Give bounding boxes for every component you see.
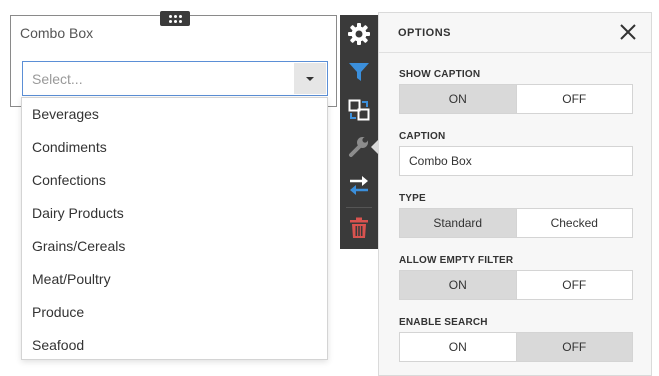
panel-pointer (371, 140, 378, 154)
type-label: TYPE (399, 193, 426, 204)
options-button[interactable] (344, 19, 374, 49)
interactivity-button[interactable] (344, 131, 374, 161)
convert-icon (348, 99, 370, 121)
enable-search-label: ENABLE SEARCH (399, 317, 488, 328)
show-caption-off[interactable]: OFF (515, 85, 633, 113)
close-icon[interactable] (619, 23, 637, 41)
list-item[interactable]: Beverages (22, 98, 327, 131)
allow-empty-filter-on[interactable]: ON (400, 271, 516, 299)
allow-empty-filter-label: ALLOW EMPTY FILTER (399, 255, 514, 266)
toolbar-divider (346, 207, 372, 208)
dropdown-list: Beverages Condiments Confections Dairy P… (21, 97, 328, 360)
trash-icon (350, 217, 368, 238)
show-caption-on[interactable]: ON (400, 85, 516, 113)
show-caption-toggle: ON OFF (399, 84, 633, 114)
panel-header: OPTIONS (379, 13, 651, 53)
list-item[interactable]: Dairy Products (22, 197, 327, 230)
type-toggle: Standard Checked (399, 208, 633, 238)
interchange-icon (350, 176, 368, 195)
list-item[interactable]: Condiments (22, 131, 327, 164)
list-item[interactable]: Grains/Cereals (22, 230, 327, 263)
filter-button[interactable] (344, 57, 374, 87)
enable-search-toggle: ON OFF (399, 332, 633, 362)
enable-search-on[interactable]: ON (400, 333, 516, 361)
panel-title: OPTIONS (398, 27, 452, 39)
allow-empty-filter-off[interactable]: OFF (515, 271, 633, 299)
list-item[interactable]: Seafood (22, 329, 327, 362)
enable-search-off[interactable]: OFF (515, 333, 632, 361)
wrench-icon (349, 137, 368, 157)
item-toolbar (340, 15, 378, 249)
type-standard[interactable]: Standard (400, 209, 516, 237)
filter-icon (349, 63, 369, 81)
options-panel: OPTIONS SHOW CAPTION ON OFF CAPTION Comb… (378, 12, 652, 376)
convert-button[interactable] (344, 95, 374, 125)
drag-handle[interactable] (160, 11, 190, 26)
show-caption-label: SHOW CAPTION (399, 69, 481, 80)
combo-box-widget[interactable]: Combo Box Select... (10, 15, 337, 107)
delete-button[interactable] (344, 213, 374, 243)
interchange-button[interactable] (344, 170, 374, 200)
gear-icon (348, 23, 370, 45)
combo-placeholder: Select... (32, 71, 83, 87)
widget-caption: Combo Box (20, 25, 94, 41)
type-checked[interactable]: Checked (515, 209, 633, 237)
caption-label: CAPTION (399, 131, 446, 142)
list-item[interactable]: Confections (22, 164, 327, 197)
grip-icon (168, 14, 182, 23)
chevron-down-icon (306, 76, 314, 81)
combo-box-input[interactable]: Select... (22, 61, 328, 96)
list-item[interactable]: Produce (22, 296, 327, 329)
caption-input[interactable]: Combo Box (399, 146, 633, 176)
allow-empty-filter-toggle: ON OFF (399, 270, 633, 300)
list-item[interactable]: Meat/Poultry (22, 263, 327, 296)
dropdown-button[interactable] (294, 63, 326, 94)
